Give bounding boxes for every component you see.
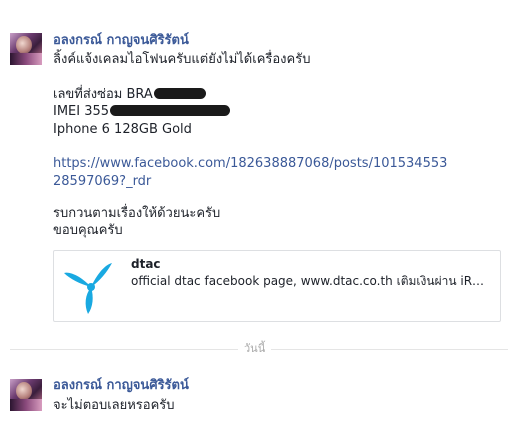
post-link[interactable]: https://www.facebook.com/182638887068/po… xyxy=(53,155,447,172)
device-line: Iphone 6 128GB Gold xyxy=(53,122,192,137)
sender-name[interactable]: อลงกรณ์ กาญจนศิริรัตน์ xyxy=(53,378,189,394)
sender-avatar[interactable] xyxy=(10,379,42,411)
sender-avatar[interactable] xyxy=(10,33,42,65)
redacted-block xyxy=(110,105,231,116)
dtac-logo-icon xyxy=(64,263,112,314)
link-preview-card[interactable]: dtac official dtac facebook page, www.dt… xyxy=(53,250,501,322)
message-text: ขอบคุณครับ xyxy=(53,223,123,238)
message-text: รบกวนตามเรื่องให้ด้วยนะครับ xyxy=(53,206,221,221)
card-title: dtac xyxy=(131,257,161,271)
redacted-block xyxy=(153,88,206,99)
message-text: ลิ้งค์แจ้งเคลมไอโฟนครับแต่ยังไม่ได้เครื่… xyxy=(53,52,311,67)
card-description: official dtac facebook page, www.dtac.co… xyxy=(131,274,485,288)
date-divider-label: วันนี้ xyxy=(238,342,272,356)
post-link-continued[interactable]: 28597069?_rdr xyxy=(53,173,151,190)
message-text: จะไม่ตอบเลยหรอครับ xyxy=(53,398,175,413)
sender-name[interactable]: อลงกรณ์ กาญจนศิริรัตน์ xyxy=(53,33,189,49)
repair-number-line: เลขที่ส่งซ่อม BRA xyxy=(53,86,206,103)
imei-label: IMEI 355 xyxy=(53,104,110,119)
repair-number-label: เลขที่ส่งซ่อม BRA xyxy=(53,87,153,102)
imei-line: IMEI 355 xyxy=(53,103,231,120)
